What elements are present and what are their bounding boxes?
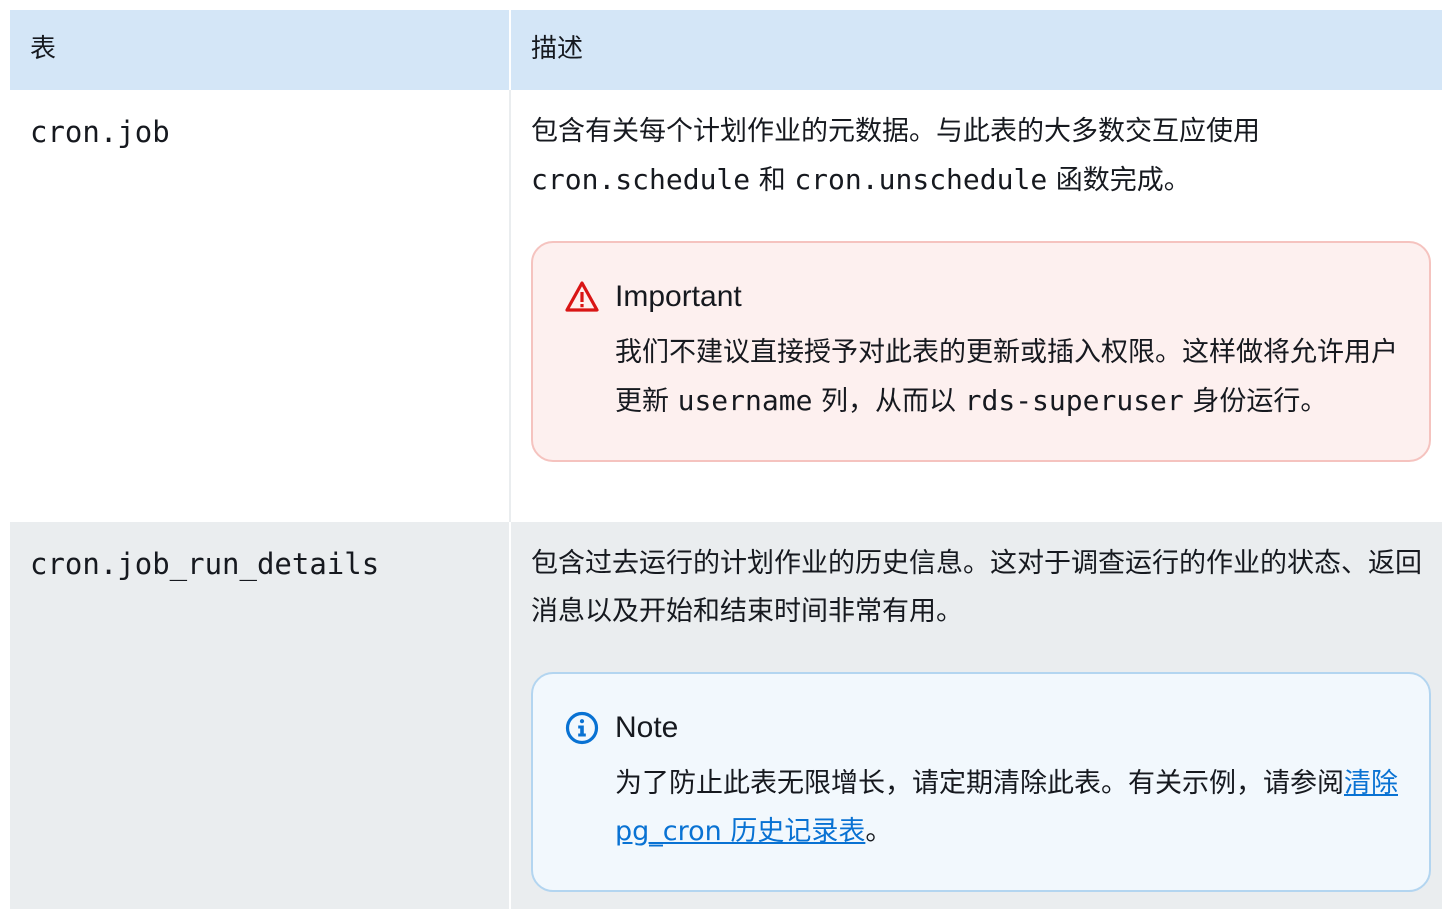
callout-header: Note: [565, 704, 1399, 752]
callout-title: Important: [615, 280, 742, 313]
callout-text: 。: [865, 816, 893, 847]
callout-text: 身份运行。: [1183, 386, 1328, 417]
header-table: 表: [10, 10, 511, 90]
callout-title: Note: [615, 711, 679, 744]
callout-text: 列，从而以: [812, 386, 965, 417]
table-name: cron.job: [30, 115, 170, 149]
code-cron-unschedule: cron.unschedule: [794, 163, 1048, 196]
table-header-row: 表 描述: [10, 10, 1442, 90]
code-username: username: [677, 384, 813, 417]
important-callout: Important 我们不建议直接授予对此表的更新或插入权限。这样做将允许用户更…: [531, 241, 1431, 462]
table-name-cell: cron.job: [10, 90, 511, 522]
table-name-cell: cron.job_run_details: [10, 522, 511, 909]
callout-body: 我们不建议直接授予对此表的更新或插入权限。这样做将允许用户更新 username…: [615, 329, 1399, 426]
header-description: 描述: [510, 10, 1442, 90]
cron-tables-table: 表 描述 cron.job 包含有关每个计划作业的元数据。与此表的大多数交互应使…: [10, 10, 1442, 909]
table-row: cron.job 包含有关每个计划作业的元数据。与此表的大多数交互应使用 cron…: [10, 90, 1442, 522]
warning-icon: [565, 281, 599, 312]
description-text: 函数完成。: [1047, 165, 1191, 196]
callout-text: 为了防止此表无限增长，请定期清除此表。有关示例，请参阅: [615, 768, 1344, 799]
table-row: cron.job_run_details 包含过去运行的计划作业的历史信息。这对…: [10, 522, 1442, 909]
callout-body: 为了防止此表无限增长，请定期清除此表。有关示例，请参阅清除 pg_cron 历史…: [615, 760, 1399, 856]
description-cell: 包含有关每个计划作业的元数据。与此表的大多数交互应使用 cron.schedule…: [510, 90, 1442, 522]
callout-header: Important: [565, 273, 1399, 321]
info-icon: [565, 711, 599, 745]
description-text: 包含有关每个计划作业的元数据。与此表的大多数交互应使用: [531, 116, 1260, 147]
code-rds-superuser: rds-superuser: [964, 384, 1184, 417]
row-description: 包含有关每个计划作业的元数据。与此表的大多数交互应使用 cron.schedule…: [531, 108, 1431, 205]
description-cell: 包含过去运行的计划作业的历史信息。这对于调查运行的作业的状态、返回消息以及开始和…: [510, 522, 1442, 909]
note-callout: Note 为了防止此表无限增长，请定期清除此表。有关示例，请参阅清除 pg_cr…: [531, 672, 1431, 892]
code-cron-schedule: cron.schedule: [531, 163, 751, 196]
table-name: cron.job_run_details: [30, 547, 380, 581]
description-text: 和: [750, 165, 795, 196]
row-description: 包含过去运行的计划作业的历史信息。这对于调查运行的作业的状态、返回消息以及开始和…: [531, 548, 1422, 627]
